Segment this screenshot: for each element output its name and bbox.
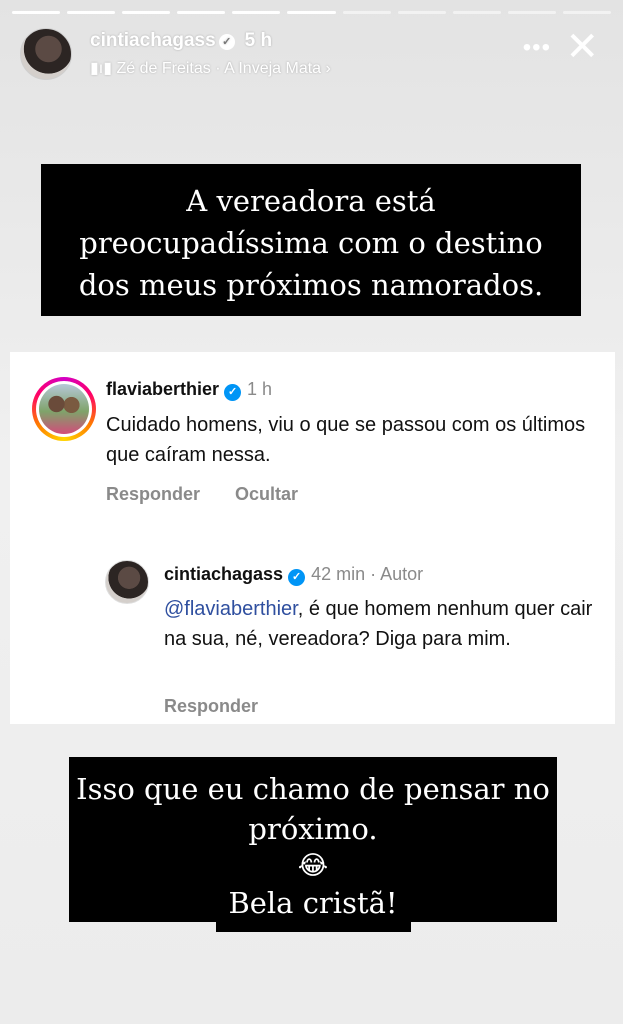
reply-mention[interactable]: @flaviaberthier <box>164 598 298 620</box>
caption-top-line1: A vereadora está <box>186 184 436 218</box>
reply-reply-button[interactable]: Responder <box>164 696 258 717</box>
comment-time: 1 h <box>247 379 273 399</box>
laughing-emoji-icon: 😂 <box>297 851 329 881</box>
reply-username[interactable]: cintiachagass <box>164 564 283 584</box>
close-icon[interactable]: ✕ <box>565 24 599 70</box>
commenter-photo <box>39 384 89 434</box>
verified-badge-icon: ✓ <box>288 569 306 586</box>
comment-screenshot-card: flaviaberthier ✓ 1 h Cuidado homens, viu o… <box>10 352 615 724</box>
story-username-row[interactable]: cintiachagass ✓ 5 h <box>90 30 272 52</box>
story-progress-segment <box>122 11 171 14</box>
story-progress-segment <box>507 11 556 14</box>
comment-username[interactable]: flaviaberthier <box>106 379 219 399</box>
story-progress-segment <box>232 11 281 14</box>
reply-meta: 42 min · Autor <box>311 564 424 584</box>
avatar[interactable] <box>20 28 72 80</box>
comment-header: flaviaberthier ✓ 1 h <box>106 379 272 401</box>
verified-badge-icon: ✓ <box>218 34 235 50</box>
story-time: 5 h <box>244 30 273 51</box>
caption-top-line2: preocupadíssima com o destino <box>79 226 543 260</box>
caption-bottom: Isso que eu chamo de pensar no próximo. … <box>69 757 557 922</box>
reply-header: cintiachagass ✓ 42 min · Autor <box>164 564 423 586</box>
story-progress-segment <box>452 11 501 14</box>
comment-hide-button[interactable]: Ocultar <box>235 484 298 504</box>
story-progress-segment <box>12 11 61 14</box>
story-progress-segment <box>67 11 116 14</box>
audio-bars-icon: ▮ı▮ <box>90 60 113 77</box>
commenter-avatar[interactable] <box>32 377 96 441</box>
story-progress-segment <box>562 11 612 14</box>
comment-text: Cuidado homens, viu o que se passou com … <box>106 414 586 466</box>
comment-actions: Responder Ocultar <box>106 484 328 505</box>
caption-bottom-tail <box>216 922 411 932</box>
music-label[interactable]: ▮ı▮ Zé de Freitas · A Inveja Mata › <box>90 58 331 78</box>
story-progress-segment <box>287 11 336 14</box>
reply-text: @flaviaberthier, é que homem nenhum quer… <box>164 594 614 654</box>
caption-top-line3: dos meus próximos namorados. <box>78 268 544 302</box>
story-progress-segment <box>177 11 226 14</box>
caption-top: A vereadora está preocupadíssima com o d… <box>41 164 581 316</box>
story-progress-segment <box>342 11 391 14</box>
caption-bottom-line1: Isso que eu chamo de pensar no <box>76 772 550 806</box>
caption-bottom-line3: Bela cristã! <box>228 886 398 920</box>
comment-reply-button[interactable]: Responder <box>106 484 200 504</box>
caption-bottom-line2: próximo. <box>248 812 378 846</box>
more-icon[interactable]: ••• <box>523 34 551 62</box>
reply-avatar[interactable] <box>105 560 149 604</box>
story-username[interactable]: cintiachagass <box>90 30 216 51</box>
music-text[interactable]: Zé de Freitas · A Inveja Mata › <box>117 60 331 77</box>
story-progress-bar <box>12 11 612 14</box>
story-progress-segment <box>397 11 446 14</box>
verified-badge-icon: ✓ <box>224 384 242 401</box>
story-header: cintiachagass ✓ 5 h ▮ı▮ Zé de Freitas · A … <box>20 25 609 84</box>
